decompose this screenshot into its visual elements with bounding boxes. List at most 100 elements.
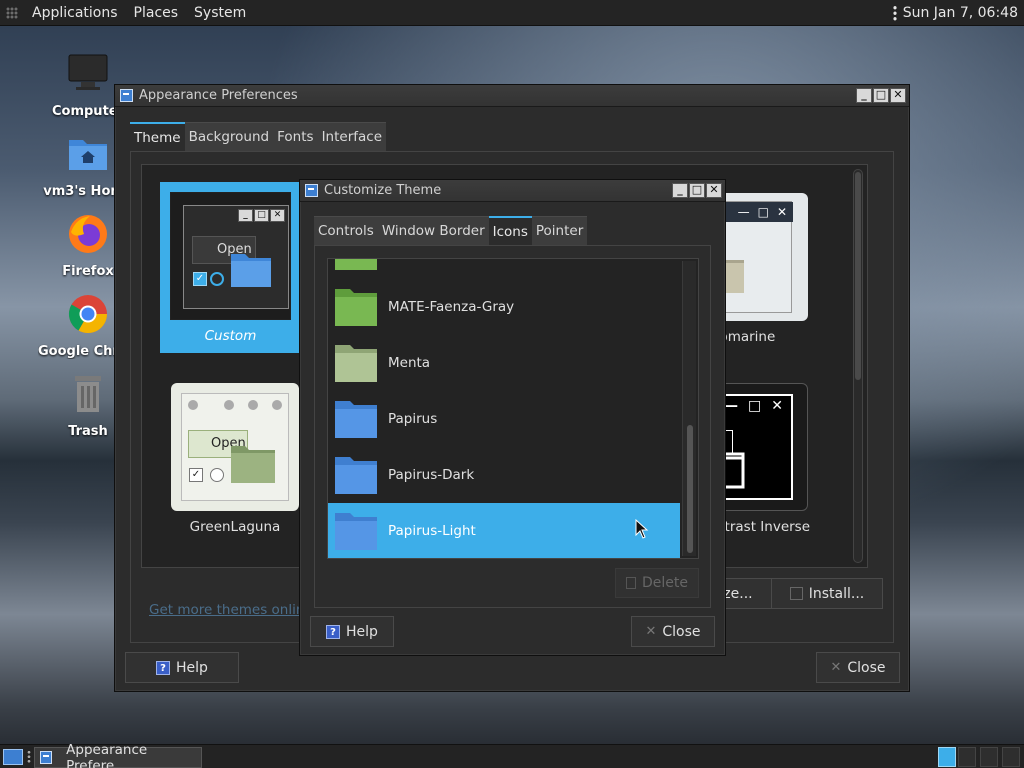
help-icon: ? bbox=[326, 624, 341, 639]
list-item[interactable]: Papirus bbox=[328, 391, 680, 447]
preview-checkbox-icon: ✓ bbox=[193, 272, 207, 286]
trash-icon bbox=[75, 376, 101, 412]
list-item[interactable]: Menta bbox=[328, 335, 680, 391]
menu-grid-icon[interactable] bbox=[0, 0, 24, 26]
minimize-button[interactable]: _ bbox=[856, 88, 872, 103]
close-label: Close bbox=[662, 623, 701, 640]
dialog-title: Customize Theme bbox=[324, 183, 442, 198]
theme-list-scrollbar-thumb[interactable] bbox=[855, 172, 861, 380]
customize-close-button[interactable]: ✕ Close bbox=[631, 616, 715, 647]
theme-tile-greenlaguna[interactable]: Open ✓ bbox=[171, 383, 299, 511]
icon-list-scrollbar-thumb[interactable] bbox=[687, 425, 693, 553]
icon-theme-name: Papirus-Dark bbox=[388, 467, 475, 483]
install-button[interactable]: Install... bbox=[771, 578, 883, 609]
preview-close-icon: ✕ bbox=[771, 398, 783, 414]
trash-icon bbox=[626, 577, 636, 589]
tab-interface[interactable]: Interface bbox=[317, 122, 387, 151]
list-item[interactable]: Papirus-Dark bbox=[328, 447, 680, 503]
chrome-icon bbox=[68, 295, 108, 334]
firefox-icon bbox=[69, 215, 107, 253]
icon-theme-list[interactable]: MATE-Faenza-Gray Menta Papirus Papirus-D… bbox=[327, 258, 699, 559]
minimize-button[interactable]: _ bbox=[672, 183, 688, 198]
tab-controls[interactable]: Controls bbox=[314, 216, 378, 245]
close-icon: ✕ bbox=[830, 660, 842, 675]
workspace-3[interactable] bbox=[980, 747, 998, 767]
window-title: Appearance Preferences bbox=[139, 88, 298, 103]
tab-fonts[interactable]: Fonts bbox=[273, 122, 318, 151]
customize-theme-dialog: Customize Theme _ □ ✕ Controls Window Bo… bbox=[299, 179, 726, 656]
icons-page: MATE-Faenza-Gray Menta Papirus Papirus-D… bbox=[314, 245, 711, 608]
install-icon bbox=[789, 587, 803, 600]
tab-window-border[interactable]: Window Border bbox=[377, 216, 489, 245]
close-window-button[interactable]: ✕ bbox=[706, 183, 722, 198]
delete-label: Delete bbox=[642, 575, 688, 591]
theme-name-custom: Custom bbox=[204, 328, 257, 344]
custom-preview: _ □ ✕ Open ✓ bbox=[170, 192, 291, 320]
folder-icon bbox=[335, 457, 377, 494]
appearance-titlebar[interactable]: Appearance Preferences _ □ ✕ bbox=[115, 85, 909, 107]
customize-titlebar[interactable]: Customize Theme _ □ ✕ bbox=[300, 180, 725, 202]
customize-tabs: Controls Window Border Icons Pointer bbox=[314, 216, 588, 245]
preview-dot-icon bbox=[272, 400, 282, 410]
help-label: Help bbox=[176, 659, 208, 676]
window-app-icon bbox=[305, 184, 318, 197]
folder-icon bbox=[335, 289, 377, 326]
preview-radio-icon bbox=[210, 272, 224, 286]
preview-dot-icon bbox=[248, 400, 258, 410]
maximize-button[interactable]: □ bbox=[873, 88, 889, 103]
mouse-pointer-icon bbox=[635, 519, 649, 539]
preview-dot-icon bbox=[224, 400, 234, 410]
tab-background[interactable]: Background bbox=[184, 122, 274, 151]
window-app-icon bbox=[40, 751, 53, 764]
menu-system[interactable]: System bbox=[186, 0, 254, 26]
theme-name-greenlaguna: GreenLaguna bbox=[189, 519, 281, 535]
help-icon: ? bbox=[156, 660, 171, 675]
preview-minimize-icon: _ bbox=[238, 209, 253, 222]
install-label: Install... bbox=[808, 585, 865, 602]
preview-maximize-icon: □ bbox=[254, 209, 269, 222]
task-appearance-preferences[interactable]: Appearance Prefere... bbox=[34, 742, 202, 768]
workspace-4[interactable] bbox=[1002, 747, 1020, 767]
monitor-icon bbox=[68, 54, 108, 90]
maximize-button[interactable]: □ bbox=[689, 183, 705, 198]
delete-button[interactable]: Delete bbox=[615, 568, 699, 598]
list-item-selected[interactable]: Papirus-Light bbox=[328, 503, 680, 558]
tab-pointer[interactable]: Pointer bbox=[531, 216, 588, 245]
menu-applications[interactable]: Applications bbox=[24, 0, 126, 26]
close-icon: ✕ bbox=[645, 624, 657, 639]
theme-tile-custom[interactable]: _ □ ✕ Open ✓ Custom bbox=[160, 182, 301, 353]
folder-icon bbox=[335, 513, 377, 550]
list-item[interactable]: MATE-Faenza-Gray bbox=[328, 279, 680, 335]
icon-theme-name: Papirus-Light bbox=[388, 523, 476, 539]
close-label: Close bbox=[847, 659, 886, 676]
home-folder-icon bbox=[69, 140, 107, 170]
theme-list-scrollbar[interactable] bbox=[853, 169, 863, 563]
help-label: Help bbox=[346, 623, 378, 640]
icon-theme-name: Papirus bbox=[388, 411, 438, 427]
menu-places[interactable]: Places bbox=[126, 0, 187, 26]
preview-close-icon: ✕ bbox=[270, 209, 285, 222]
workspace-2[interactable] bbox=[958, 747, 976, 767]
icon-list-scrollbar[interactable] bbox=[682, 261, 696, 556]
preview-folder-icon bbox=[231, 446, 275, 483]
customize-help-button[interactable]: ? Help bbox=[310, 616, 394, 647]
show-desktop-icon[interactable] bbox=[3, 749, 23, 765]
appearance-tabs: Theme Background Fonts Interface bbox=[130, 122, 387, 151]
preview-minimize-icon: — bbox=[737, 205, 750, 219]
folder-icon bbox=[335, 345, 377, 382]
tray-menu-icon[interactable] bbox=[892, 5, 897, 21]
list-item[interactable] bbox=[328, 259, 680, 279]
preview-radio-icon bbox=[210, 468, 224, 482]
more-themes-link[interactable]: Get more themes online bbox=[149, 602, 313, 618]
tab-icons[interactable]: Icons bbox=[488, 216, 532, 245]
tab-theme[interactable]: Theme bbox=[130, 122, 185, 151]
bottom-taskbar: Appearance Prefere... bbox=[0, 742, 1024, 768]
clock[interactable]: Sun Jan 7, 06:48 bbox=[903, 5, 1018, 21]
panel-tray: Sun Jan 7, 06:48 bbox=[892, 0, 1018, 26]
appearance-help-button[interactable]: ? Help bbox=[125, 652, 239, 683]
preview-maximize-icon: □ bbox=[757, 205, 769, 219]
appearance-close-button[interactable]: ✕ Close bbox=[816, 652, 900, 683]
close-window-button[interactable]: ✕ bbox=[890, 88, 906, 103]
icon-theme-name: Menta bbox=[388, 355, 431, 371]
workspace-switcher-icon[interactable] bbox=[938, 747, 956, 767]
